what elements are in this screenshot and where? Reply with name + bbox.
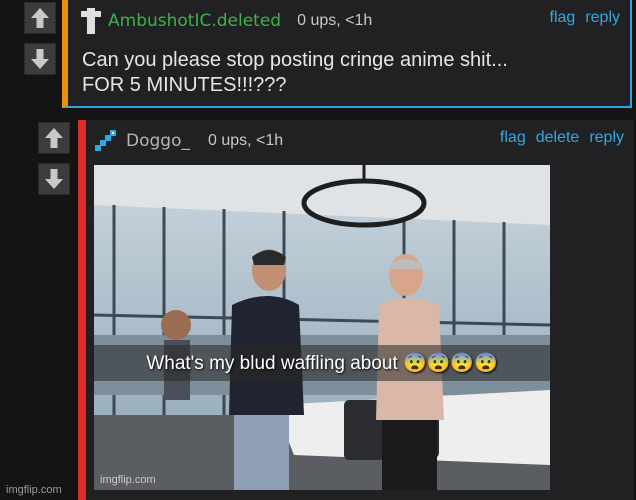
comment-ambushot: AmbushotIC.deleted 0 ups, <1h flag reply… <box>62 0 632 108</box>
pixel-sword-avatar-icon <box>95 130 116 151</box>
comment-actions: flag delete reply <box>500 129 624 147</box>
reply-link[interactable]: reply <box>589 129 624 147</box>
arrow-up-icon <box>31 8 49 28</box>
comment-meta: AmbushotIC.deleted 0 ups, <1h <box>80 8 372 34</box>
downvote-button-2[interactable] <box>38 163 70 195</box>
flag-link[interactable]: flag <box>550 9 576 27</box>
user-avatar-icon <box>81 8 101 34</box>
meme-image[interactable]: What's my blud waffling about 😨😨😨😨 imgfl… <box>94 165 550 490</box>
meme-watermark: imgflip.com <box>100 474 156 486</box>
delete-link[interactable]: delete <box>536 129 580 147</box>
comment-actions: flag reply <box>550 9 620 27</box>
comment-meta: Doggo_ 0 ups, <1h <box>92 128 283 154</box>
arrow-up-icon <box>45 128 63 148</box>
username[interactable]: Doggo_ <box>126 131 190 151</box>
reply-link[interactable]: reply <box>585 9 620 27</box>
arrow-down-icon <box>31 49 49 69</box>
upvote-button-1[interactable] <box>24 2 56 34</box>
arrow-down-icon <box>45 169 63 189</box>
flag-link[interactable]: flag <box>500 129 526 147</box>
meme-caption: What's my blud waffling about 😨😨😨😨 <box>146 353 498 374</box>
vote-stats: 0 ups, <1h <box>207 132 284 149</box>
office-scene-illustration <box>94 165 550 490</box>
meme-caption-bar: What's my blud waffling about 😨😨😨😨 <box>94 345 550 381</box>
imgflip-watermark: imgflip.com <box>6 484 62 496</box>
comment-text: Can you please stop posting cringe anime… <box>82 49 508 96</box>
downvote-button-1[interactable] <box>24 43 56 75</box>
upvote-button-2[interactable] <box>38 122 70 154</box>
vote-stats: 0 ups, <1h <box>297 12 373 29</box>
username[interactable]: AmbushotIC.deleted <box>108 11 281 31</box>
